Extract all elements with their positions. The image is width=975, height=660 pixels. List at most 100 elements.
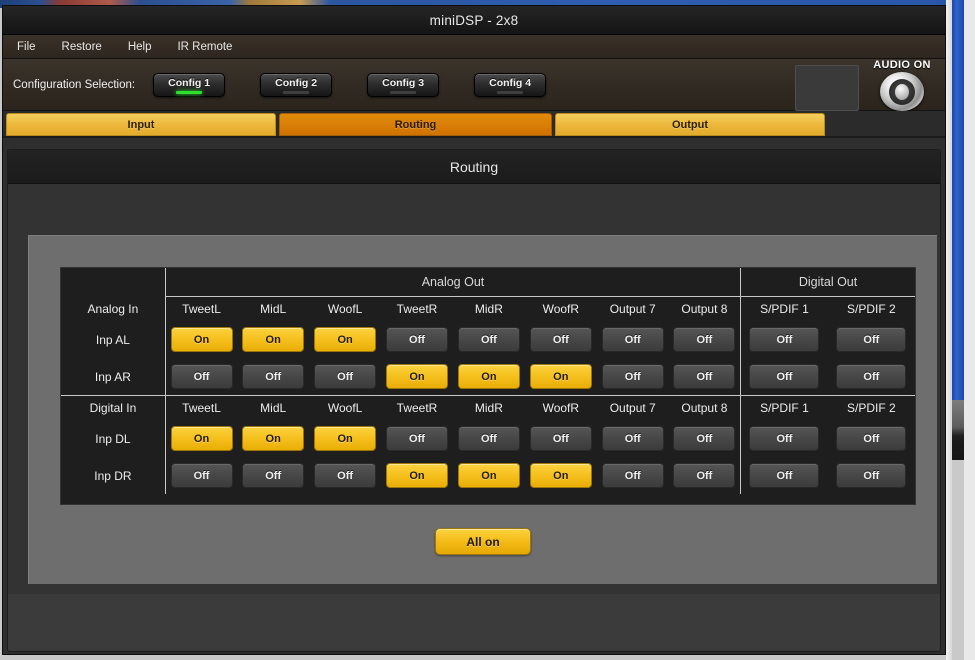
cell-inp-dl-output8: Off — [669, 420, 741, 457]
switch-inp-al-woofl[interactable]: On — [314, 327, 377, 352]
switch-inp-dr-woofr[interactable]: On — [529, 463, 592, 488]
switch-inp-al-spdif2[interactable]: Off — [836, 327, 907, 352]
switch-inp-dl-spdif2[interactable]: Off — [836, 426, 907, 451]
cell-inp-dr-output8: Off — [669, 457, 741, 494]
switch-inp-al-midl[interactable]: On — [242, 327, 305, 352]
screen: miniDSP - 2x8 File Restore Help IR Remot… — [0, 0, 975, 660]
cell-inp-dl-spdif1: Off — [740, 420, 828, 457]
audio-knob-highlight — [895, 83, 909, 100]
switch-inp-ar-woofl[interactable]: Off — [314, 364, 377, 389]
config-1-button[interactable]: Config 1 — [153, 72, 226, 97]
audio-status-label: AUDIO ON — [873, 59, 931, 71]
config-3-button[interactable]: Config 3 — [367, 72, 440, 97]
switch-inp-ar-tweetr[interactable]: On — [386, 364, 448, 389]
config-2-label: Config 2 — [275, 76, 318, 89]
col-header-analog-tweetr: TweetR — [396, 302, 438, 316]
cell-inp-al-output7: Off — [597, 321, 669, 358]
menu-item-help[interactable]: Help — [128, 41, 152, 53]
switch-inp-dr-woofl[interactable]: Off — [314, 463, 377, 488]
switch-inp-dl-woofl[interactable]: On — [314, 426, 377, 451]
switch-inp-ar-output8[interactable]: Off — [673, 364, 736, 389]
cell-inp-al-woofr: Off — [525, 321, 597, 358]
switch-inp-dr-output8[interactable]: Off — [673, 463, 736, 488]
row-label-inp-ar: Inp AR — [61, 358, 166, 396]
switch-inp-ar-midl[interactable]: Off — [242, 364, 305, 389]
background-window-grey — [952, 400, 964, 460]
cell-inp-ar-midr: On — [452, 358, 525, 396]
table-row: Inp DR Off Off Off On On On Off Off Off … — [61, 457, 915, 494]
switch-inp-dl-midr[interactable]: Off — [457, 426, 520, 451]
col-header-digital-output7: Output 7 — [609, 401, 656, 415]
switch-inp-ar-woofr[interactable]: On — [529, 364, 592, 389]
group-header-analog-out: Analog Out — [164, 268, 741, 297]
switch-inp-dl-woofr[interactable]: Off — [529, 426, 592, 451]
switch-inp-al-output8[interactable]: Off — [673, 327, 736, 352]
switch-inp-dr-spdif1[interactable]: Off — [749, 463, 820, 488]
col-header-digital-spdif1: S/PDIF 1 — [740, 395, 828, 420]
switch-inp-ar-spdif2[interactable]: Off — [836, 364, 907, 389]
config-2-button[interactable]: Config 2 — [260, 72, 333, 97]
switch-inp-dr-midl[interactable]: Off — [242, 463, 305, 488]
switch-inp-al-tweetr[interactable]: Off — [386, 327, 448, 352]
switch-inp-dr-spdif2[interactable]: Off — [836, 463, 907, 488]
cell-inp-al-spdif1: Off — [740, 321, 828, 358]
cell-inp-ar-woofr: On — [524, 358, 597, 396]
all-on-row: All on — [29, 528, 937, 555]
switch-inp-ar-tweetl[interactable]: Off — [170, 364, 233, 389]
col-header-digital-midr: MidR — [474, 401, 503, 415]
digital-section-column-header-row: Digital In TweetL MidL WoofL TweetR MidR… — [61, 395, 915, 420]
audio-on-control: AUDIO ON — [867, 59, 937, 111]
switch-inp-dl-output7[interactable]: Off — [601, 426, 664, 451]
menu-item-ir-remote[interactable]: IR Remote — [177, 41, 232, 53]
col-header-digital-tweetl: TweetL — [164, 395, 238, 420]
group-header-digital-out: Digital Out — [740, 268, 915, 297]
config-4-label: Config 4 — [489, 76, 532, 89]
switch-inp-al-output7[interactable]: Off — [601, 327, 664, 352]
col-header-analog-output8: Output 8 — [681, 302, 728, 316]
switch-inp-dr-tweetl[interactable]: Off — [170, 463, 233, 488]
cell-inp-dl-midr: Off — [453, 420, 525, 457]
switch-inp-ar-midr[interactable]: On — [457, 364, 520, 389]
switch-inp-dr-midr[interactable]: On — [457, 463, 520, 488]
row-label-inp-dl: Inp DL — [95, 431, 131, 446]
tab-input[interactable]: Input — [6, 113, 276, 136]
config-3-label: Config 3 — [382, 76, 425, 89]
cell-inp-dl-output7: Off — [597, 420, 669, 457]
switch-inp-dl-tweetr[interactable]: Off — [386, 426, 448, 451]
tab-routing[interactable]: Routing — [279, 113, 552, 136]
cell-inp-dl-woofl: On — [309, 420, 381, 457]
config-2-led-icon — [283, 90, 310, 94]
switch-inp-dr-output7[interactable]: Off — [601, 463, 664, 488]
background-window-edge-inner — [946, 0, 952, 660]
cell-inp-ar-output8: Off — [668, 358, 741, 396]
menu-item-restore[interactable]: Restore — [62, 41, 102, 53]
switch-inp-dl-spdif1[interactable]: Off — [749, 426, 820, 451]
switch-inp-ar-spdif1[interactable]: Off — [749, 364, 820, 389]
page-title: Routing — [449, 158, 499, 175]
tabbar-filler — [828, 113, 945, 136]
switch-inp-dr-tweetr[interactable]: On — [386, 463, 448, 488]
cell-inp-ar-spdif1: Off — [740, 358, 828, 396]
switch-inp-dl-tweetl[interactable]: On — [170, 426, 233, 451]
audio-power-knob-icon[interactable] — [880, 72, 924, 111]
switch-inp-dl-midl[interactable]: On — [242, 426, 305, 451]
cell-inp-dl-tweetl: On — [164, 420, 238, 457]
switch-inp-dl-output8[interactable]: Off — [673, 426, 736, 451]
switch-inp-al-midr[interactable]: Off — [457, 327, 520, 352]
switch-inp-al-tweetl[interactable]: On — [170, 327, 233, 352]
cell-inp-al-midr: Off — [453, 321, 525, 358]
config-1-led-icon — [176, 90, 203, 94]
switch-inp-al-woofr[interactable]: Off — [529, 327, 592, 352]
cell-inp-ar-midl: Off — [237, 358, 310, 396]
background-window-edge-outer — [964, 0, 975, 660]
cell-inp-dl-tweetr: Off — [381, 420, 453, 457]
menu-item-file[interactable]: File — [17, 41, 36, 53]
tab-output[interactable]: Output — [555, 113, 825, 136]
switch-inp-ar-output7[interactable]: Off — [601, 364, 664, 389]
switch-inp-al-spdif1[interactable]: Off — [749, 327, 820, 352]
config-4-button[interactable]: Config 4 — [474, 72, 547, 97]
cell-inp-ar-tweetl: Off — [164, 358, 238, 396]
all-on-button[interactable]: All on — [435, 528, 531, 555]
routing-matrix-table: Analog Out Digital Out Analog In TweetL … — [61, 268, 915, 494]
cell-inp-al-spdif2: Off — [828, 321, 915, 358]
